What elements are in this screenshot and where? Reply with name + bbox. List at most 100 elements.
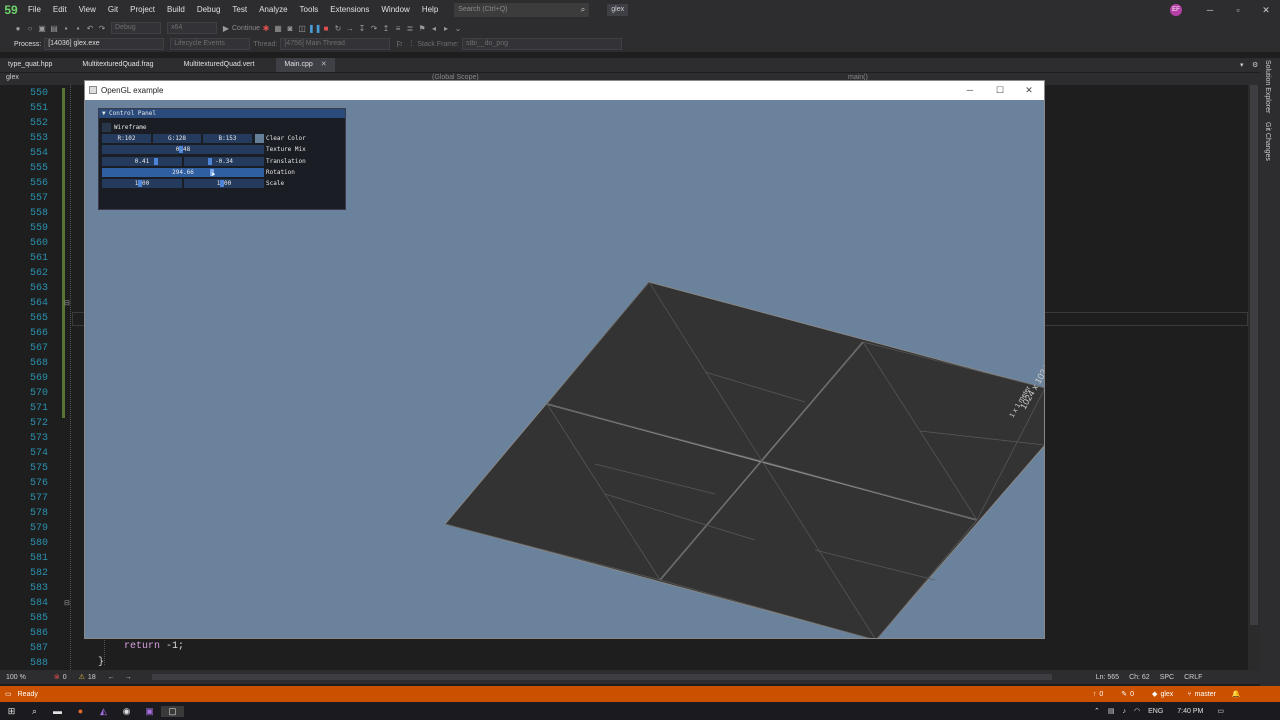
repo-name[interactable]: glex (1160, 691, 1173, 698)
step-into-icon[interactable]: ↧ (356, 24, 368, 33)
bug-icon[interactable]: ✱ (260, 24, 272, 33)
obs-icon[interactable]: ◉ (115, 706, 138, 717)
nav-back-icon[interactable]: ← (108, 674, 115, 681)
pencil-icon[interactable]: ✎ (1121, 690, 1127, 698)
platform-dropdown[interactable]: x64 (167, 22, 217, 34)
horizontal-scrollbar[interactable] (151, 674, 1052, 680)
close-icon[interactable]: ✕ (1252, 0, 1280, 20)
redo-icon[interactable]: ↷ (96, 24, 108, 33)
wireframe-checkbox[interactable] (102, 123, 111, 132)
vertical-scrollbar[interactable] (1248, 85, 1260, 670)
clear-color-swatch[interactable] (255, 134, 264, 143)
slider-grab[interactable] (220, 180, 224, 187)
tab-main-cpp[interactable]: Main.cpp ✕ (276, 58, 335, 72)
flag-icon[interactable]: ⚐ (393, 40, 405, 49)
show-next-statement-icon[interactable]: → (344, 24, 356, 33)
opengl-titlebar[interactable]: OpenGL example ─ ☐ ✕ (85, 81, 1044, 100)
comment-icon[interactable]: ≡ (392, 24, 404, 33)
translation-y-slider[interactable]: -0.34 (184, 157, 264, 166)
config-dropdown[interactable]: Debug (111, 22, 161, 34)
collapse-icon[interactable]: ⊟ (64, 299, 70, 307)
attach-icon[interactable]: ▦ (272, 24, 284, 33)
open-icon[interactable]: ▤ (48, 24, 60, 33)
repo-icon[interactable]: ◆ (1152, 690, 1157, 698)
pause-icon[interactable]: ❚❚ (308, 24, 321, 33)
avatar[interactable]: EF (1170, 4, 1182, 16)
clear-color-g-field[interactable]: G:128 (153, 134, 201, 143)
undo-icon[interactable]: ↶ (84, 24, 96, 33)
step-out-icon[interactable]: ↥ (380, 24, 392, 33)
tray-chevron-icon[interactable]: ⌃ (1094, 707, 1100, 715)
menu-tools[interactable]: Tools (294, 0, 325, 20)
texture-mix-slider[interactable]: 0.48 (102, 145, 264, 154)
wifi-icon[interactable]: ◠ (1134, 707, 1140, 715)
branch-name[interactable]: master (1194, 691, 1215, 698)
network-icon[interactable]: ▤ (1108, 707, 1115, 715)
uncomment-icon[interactable]: ≣ (404, 24, 416, 33)
error-icon[interactable]: ⊗ (54, 673, 60, 681)
git-changes-tab[interactable]: Git Changes (1264, 122, 1271, 161)
collapse-icon[interactable]: ⊟ (64, 599, 70, 607)
search-input[interactable]: Search (Ctrl+Q) ⌕ (454, 3, 590, 17)
menu-help[interactable]: Help (416, 0, 444, 20)
menu-git[interactable]: Git (102, 0, 124, 20)
line-ending-indicator[interactable]: CRLF (1184, 674, 1202, 681)
notification-icon[interactable]: 🔔 (1232, 690, 1241, 698)
bookmark-next-icon[interactable]: ▸ (440, 24, 452, 33)
new-item-icon[interactable]: ▣ (36, 24, 48, 33)
visual-studio-icon[interactable]: ◭ (92, 706, 115, 717)
close-icon[interactable]: ✕ (1014, 81, 1044, 100)
notifications-icon[interactable]: ▭ (1217, 707, 1224, 715)
maximize-icon[interactable]: ▫ (1224, 0, 1252, 20)
minimize-icon[interactable]: ─ (1196, 0, 1224, 20)
zoom-level[interactable]: 100 % (6, 674, 26, 681)
stop-icon[interactable]: ■ (320, 24, 332, 33)
slider-grab[interactable] (138, 180, 142, 187)
scale-x-slider[interactable]: 1.00 (102, 179, 182, 188)
opengl-canvas[interactable]: 1024 x 1024 1 x 1 meter ▼ Control Panel … (85, 100, 1044, 638)
back-icon[interactable]: ● (12, 24, 24, 33)
menu-build[interactable]: Build (161, 0, 191, 20)
language-indicator[interactable]: ENG (1148, 708, 1163, 715)
menu-analyze[interactable]: Analyze (253, 0, 293, 20)
minimize-icon[interactable]: ─ (955, 81, 985, 100)
tab-vert[interactable]: MultitexturedQuad.vert (176, 58, 263, 72)
continue-button[interactable]: Continue (232, 25, 260, 32)
project-dropdown[interactable]: glex (6, 74, 19, 81)
start-icon[interactable]: ⊞ (0, 706, 23, 717)
file-explorer-icon[interactable]: ▬ (46, 706, 69, 716)
collapse-arrow-icon[interactable]: ▼ (102, 109, 106, 118)
tab-overflow-icon[interactable]: ▾ (1240, 61, 1244, 69)
slider-grab[interactable] (208, 158, 212, 165)
menu-edit[interactable]: Edit (47, 0, 73, 20)
menu-extensions[interactable]: Extensions (324, 0, 375, 20)
filter-icon[interactable]: ⫶ (405, 39, 417, 49)
control-panel-titlebar[interactable]: ▼ Control Panel (99, 109, 345, 118)
menu-view[interactable]: View (73, 0, 102, 20)
forward-icon[interactable]: ○ (24, 24, 36, 33)
camera-icon[interactable]: ◙ (284, 24, 296, 33)
vs-debug-icon[interactable]: ▣ (138, 706, 161, 717)
tab-type-quat[interactable]: type_quat.hpp (0, 58, 60, 72)
scrollbar-thumb[interactable] (1250, 85, 1258, 625)
whitespace-indicator[interactable]: SPC (1160, 674, 1174, 681)
toolbar-overflow-icon[interactable]: ⌄ (452, 24, 464, 33)
step-over-icon[interactable]: ↷ (368, 24, 380, 33)
lifecycle-dropdown[interactable]: Lifecycle Events (170, 38, 251, 50)
maximize-icon[interactable]: ☐ (985, 81, 1015, 100)
continue-icon[interactable]: ▶ (220, 24, 232, 33)
push-icon[interactable]: ↑ (1093, 691, 1097, 698)
opengl-window[interactable]: OpenGL example ─ ☐ ✕ 1024 x 1024 1 x 1 m… (84, 80, 1045, 639)
volume-icon[interactable]: ♪ (1123, 708, 1127, 715)
close-tab-icon[interactable]: ✕ (321, 61, 327, 68)
menu-debug[interactable]: Debug (191, 0, 227, 20)
slider-grab[interactable] (154, 158, 158, 165)
tab-frag[interactable]: MultitexturedQuad.frag (74, 58, 161, 72)
thread-dropdown[interactable]: [4756] Main Thread (280, 38, 391, 50)
save-all-icon[interactable]: ▪ (72, 24, 84, 33)
control-panel[interactable]: ▼ Control Panel Wireframe R:102 G:128 B:… (98, 108, 346, 210)
warning-icon[interactable]: ⚠ (79, 673, 85, 681)
search-icon[interactable]: ⌕ (23, 706, 46, 717)
settings-icon[interactable]: ⚙ (1252, 61, 1258, 69)
translation-x-slider[interactable]: 0.41 (102, 157, 182, 166)
